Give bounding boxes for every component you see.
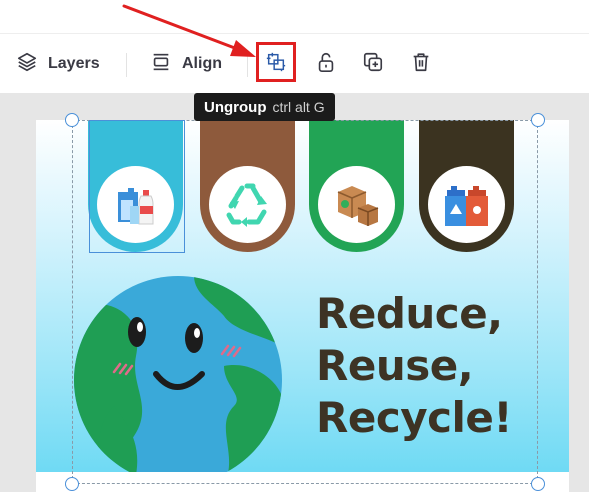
trash-icon: [411, 51, 431, 78]
resize-handle-bottom-left[interactable]: [65, 477, 79, 491]
layers-button[interactable]: Layers: [16, 34, 100, 94]
duplicate-icon: [362, 51, 384, 78]
layers-icon: [16, 51, 38, 78]
align-button[interactable]: Align: [150, 34, 222, 94]
ungroup-tooltip: Ungroup ctrl alt G: [194, 93, 335, 121]
element-hover-outline: [89, 120, 185, 253]
align-icon: [150, 51, 172, 78]
unlock-icon: [316, 51, 336, 78]
align-label: Align: [182, 55, 222, 72]
resize-handle-top-left[interactable]: [65, 113, 79, 127]
tooltip-label: Ungroup: [204, 98, 267, 116]
delete-button[interactable]: [411, 34, 431, 94]
lock-button[interactable]: [316, 34, 336, 94]
toolbar-divider: [247, 53, 248, 77]
resize-handle-bottom-right[interactable]: [531, 477, 545, 491]
ungroup-highlight-box: [256, 42, 296, 82]
duplicate-button[interactable]: [362, 34, 384, 94]
resize-handle-top-right[interactable]: [531, 113, 545, 127]
toolbar-divider: [126, 53, 127, 77]
layers-label: Layers: [48, 55, 100, 72]
tooltip-shortcut: ctrl alt G: [272, 99, 325, 115]
